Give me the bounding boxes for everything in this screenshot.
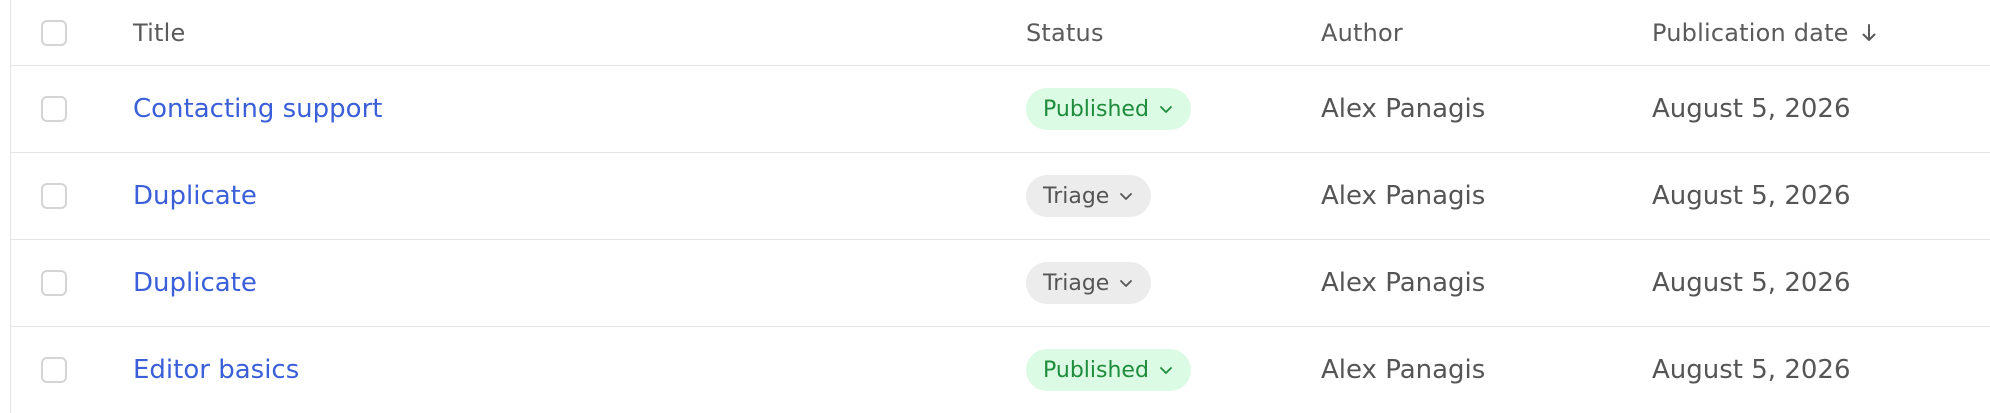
author-name: Alex Panagis <box>1321 94 1486 124</box>
author-name: Alex Panagis <box>1321 181 1486 211</box>
author-name: Alex Panagis <box>1321 268 1486 298</box>
chevron-down-icon <box>1159 365 1173 375</box>
table-body: Contacting support Published Alex Panagi… <box>11 66 1990 413</box>
chevron-down-icon <box>1119 191 1133 201</box>
column-header-status[interactable]: Status <box>1026 19 1104 47</box>
column-header-publication-date[interactable]: Publication date <box>1652 19 1849 47</box>
publication-date: August 5, 2026 <box>1652 181 1851 211</box>
publication-date: August 5, 2026 <box>1652 94 1851 124</box>
publication-date: August 5, 2026 <box>1652 268 1851 298</box>
table-header-row: Title Status Author Publication date <box>11 0 1990 66</box>
status-badge-dropdown[interactable]: Published <box>1026 349 1191 391</box>
chevron-down-icon <box>1159 104 1173 114</box>
table-row: Contacting support Published Alex Panagi… <box>11 66 1990 153</box>
table-row: Duplicate Triage Alex Panagis August 5, … <box>11 153 1990 240</box>
article-title-link[interactable]: Editor basics <box>133 355 299 385</box>
article-title-link[interactable]: Duplicate <box>133 181 257 211</box>
status-badge-dropdown[interactable]: Triage <box>1026 175 1152 217</box>
status-label: Triage <box>1043 270 1110 296</box>
status-badge-dropdown[interactable]: Published <box>1026 88 1191 130</box>
publication-date: August 5, 2026 <box>1652 355 1851 385</box>
row-select-checkbox[interactable] <box>41 270 67 296</box>
author-name: Alex Panagis <box>1321 355 1486 385</box>
status-badge-dropdown[interactable]: Triage <box>1026 262 1152 304</box>
row-select-checkbox[interactable] <box>41 183 67 209</box>
articles-table: Title Status Author Publication date Con… <box>10 0 1990 413</box>
chevron-down-icon <box>1119 278 1133 288</box>
table-row: Editor basics Published Alex Panagis Aug… <box>11 327 1990 413</box>
row-select-checkbox[interactable] <box>41 357 67 383</box>
status-label: Published <box>1043 96 1149 122</box>
article-title-link[interactable]: Duplicate <box>133 268 257 298</box>
table-row: Duplicate Triage Alex Panagis August 5, … <box>11 240 1990 327</box>
sort-descending-arrow-icon[interactable] <box>1861 23 1877 43</box>
row-select-checkbox[interactable] <box>41 96 67 122</box>
status-label: Published <box>1043 357 1149 383</box>
article-title-link[interactable]: Contacting support <box>133 94 382 124</box>
column-header-title[interactable]: Title <box>133 19 185 47</box>
column-header-author[interactable]: Author <box>1321 19 1403 47</box>
status-label: Triage <box>1043 183 1110 209</box>
select-all-checkbox[interactable] <box>41 19 67 46</box>
column-header-publication-date-cell[interactable]: Publication date <box>1652 0 1877 65</box>
